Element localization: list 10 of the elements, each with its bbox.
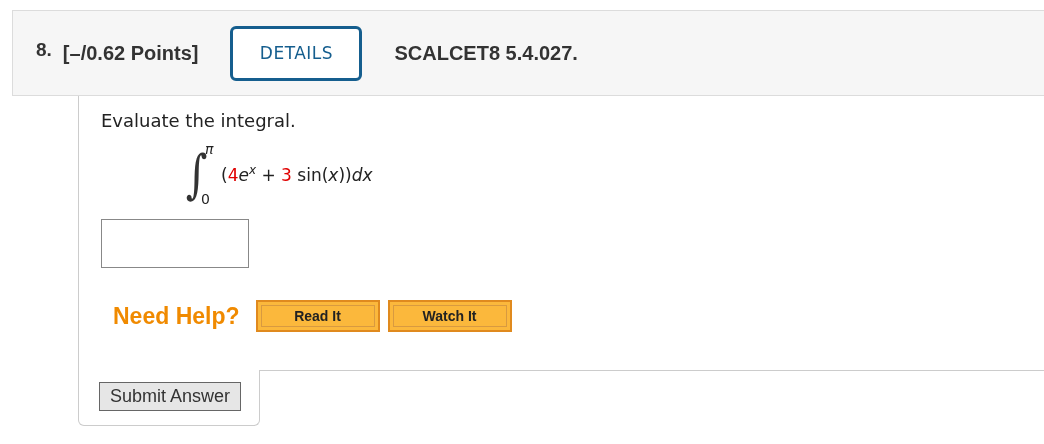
answer-field[interactable]	[101, 219, 249, 268]
question-number: 8.	[36, 39, 52, 61]
help-button[interactable]: Watch It	[387, 300, 512, 332]
need-help-label: Need Help?	[113, 302, 240, 330]
points-label: [–/0.62 Points]	[62, 41, 199, 65]
reference-label: SCALCET8 5.4.027.	[394, 41, 578, 65]
question-prompt: Evaluate the integral.	[101, 110, 297, 131]
submit-answer-button[interactable]: Submit Answer	[99, 382, 242, 411]
help-button[interactable]: Read It	[255, 300, 380, 332]
details-button[interactable]: DETAILS	[230, 25, 363, 81]
